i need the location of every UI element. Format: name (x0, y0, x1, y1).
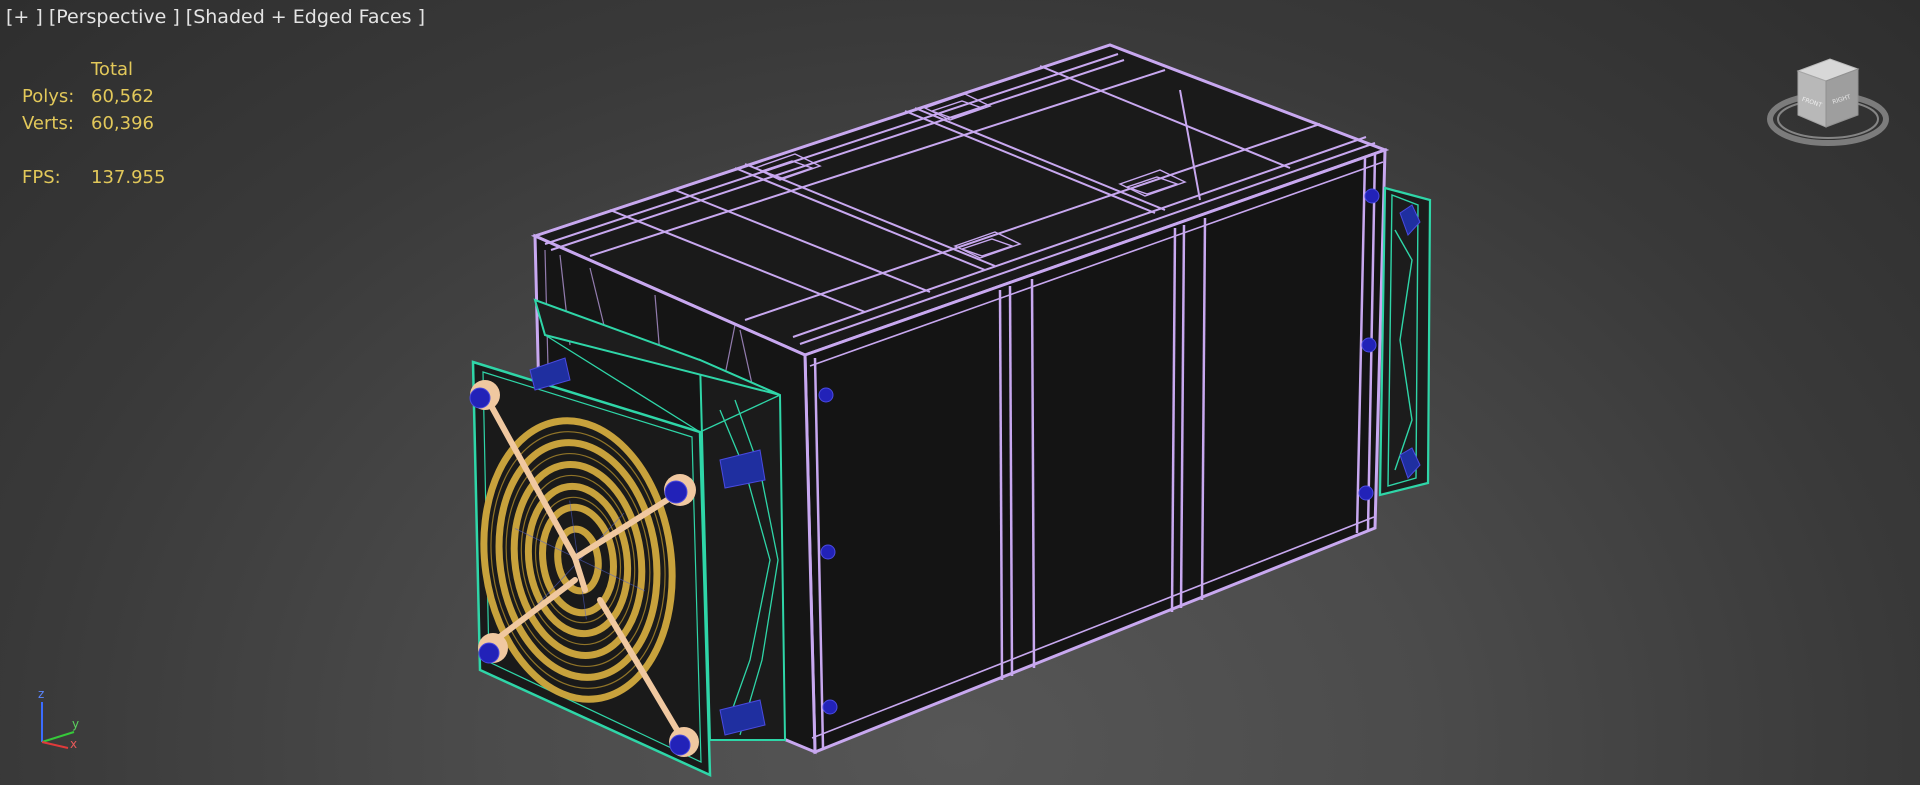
polys-value: 60,562 (91, 86, 154, 107)
perspective-viewport[interactable]: [+ ] [Perspective ] [Shaded + Edged Face… (0, 0, 1920, 785)
axis-x-label: x (70, 737, 77, 751)
viewport-statistics: Total Polys: 60,562 Verts: 60,396 FPS: 137.… (22, 56, 165, 191)
axis-y-label: y (72, 717, 79, 731)
viewcube-icon[interactable]: FRONT RIGHT (1764, 55, 1894, 155)
rear-fan-housing[interactable] (1378, 186, 1432, 497)
viewport-shading-menu[interactable]: [Shaded + Edged Faces ] (186, 6, 425, 28)
fps-value: 137.955 (91, 167, 166, 188)
polys-label: Polys: (22, 86, 75, 107)
axis-z-label: z (38, 687, 44, 701)
axis-tripod-icon: z y x (38, 687, 79, 751)
viewport-point-of-view-menu[interactable]: [Perspective ] (49, 6, 180, 28)
viewport-general-menu[interactable]: [+ ] (6, 6, 43, 28)
viewport-label-bar: [+ ] [Perspective ] [Shaded + Edged Face… (6, 6, 425, 28)
viewport-scene[interactable] (0, 0, 1920, 785)
verts-value: 60,396 (91, 113, 154, 134)
fps-label: FPS: (22, 167, 61, 188)
stats-header: Total (91, 59, 134, 80)
fan-housing-side (698, 358, 787, 741)
verts-label: Verts: (22, 113, 74, 134)
